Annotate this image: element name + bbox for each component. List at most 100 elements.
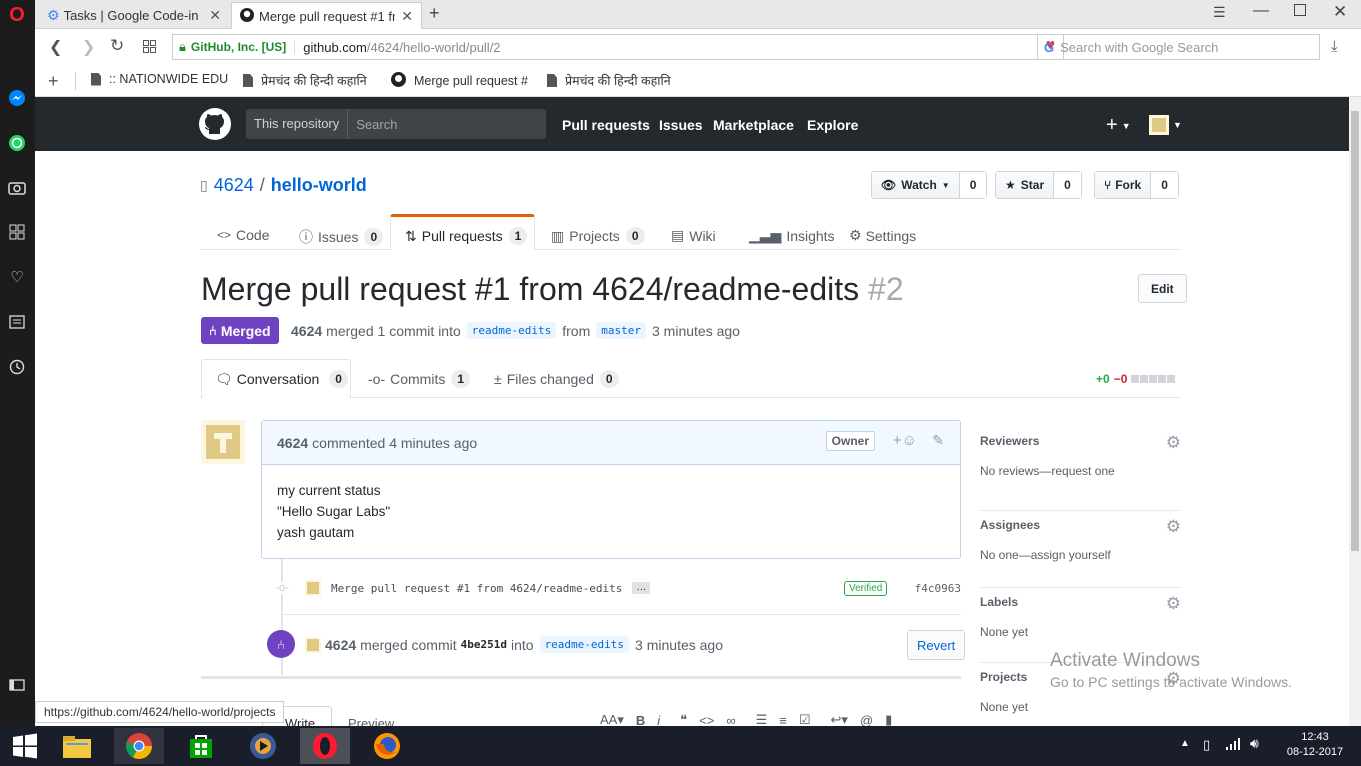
nav-explore[interactable]: Explore	[807, 117, 858, 133]
gear-icon[interactable]: ⚙	[1166, 517, 1181, 537]
tab-menu-icon[interactable]: ☰	[1213, 4, 1226, 21]
tabs-grid-icon[interactable]	[143, 40, 156, 56]
bookmark-item[interactable]: प्रेमचंद की हिन्दी कहानि	[243, 72, 367, 89]
nav-issues[interactable]: Issues	[659, 117, 703, 133]
close-tab-icon[interactable]: ✕	[401, 8, 413, 25]
expand-ellipsis-button[interactable]: …	[632, 582, 651, 594]
repo-owner-link[interactable]: 4624	[214, 175, 254, 196]
event-author[interactable]: 4624	[325, 637, 356, 653]
add-bookmark-button[interactable]: +	[48, 71, 59, 92]
owner-badge: Owner	[825, 431, 875, 451]
tab-merge-pull-request[interactable]: Merge pull request #1 from ✕	[231, 2, 422, 29]
news-icon[interactable]	[6, 311, 28, 333]
base-branch[interactable]: readme-edits	[466, 322, 557, 339]
watch-button[interactable]: 👁︎ Watch ▼ 0	[871, 171, 988, 199]
close-tab-icon[interactable]: ✕	[209, 7, 221, 24]
download-icon[interactable]: ⤓	[1331, 38, 1338, 55]
bookmark-item[interactable]: Merge pull request #	[391, 72, 528, 90]
edit-button[interactable]: Edit	[1138, 274, 1187, 303]
verified-badge[interactable]: Verified	[844, 580, 888, 596]
tab-conversation-label[interactable]: 🗨︎ Conversation 0	[215, 370, 348, 388]
merge-event: 4624 merged commit 4be251d into readme-e…	[305, 636, 723, 653]
commit-message[interactable]: Merge pull request #1 from 4624/readme-e…	[331, 582, 622, 595]
merge-branch[interactable]: readme-edits	[539, 636, 630, 653]
head-branch[interactable]: master	[596, 322, 646, 339]
network-icon[interactable]	[1225, 737, 1241, 754]
tab-commits[interactable]: -o- Commits 1	[368, 370, 471, 388]
tab-pull-requests-label[interactable]: ⇅ Pull requests 1	[405, 227, 528, 245]
github-icon	[391, 72, 406, 90]
maximize-icon[interactable]	[1294, 4, 1306, 16]
firefox-icon[interactable]	[362, 728, 412, 764]
book-icon: ▤	[671, 227, 685, 243]
tab-insights[interactable]: ▁▃▅ Insights	[749, 227, 835, 244]
tab-code[interactable]: <> Code	[217, 227, 269, 243]
forward-icon[interactable]: ❯	[82, 37, 95, 57]
watch-count[interactable]: 0	[959, 172, 987, 198]
nav-marketplace[interactable]: Marketplace	[713, 117, 794, 133]
messenger-icon[interactable]	[6, 87, 28, 109]
back-icon[interactable]: ❮	[49, 37, 62, 57]
github-logo-icon[interactable]	[199, 108, 231, 143]
tab-wiki[interactable]: ▤ Wiki	[671, 227, 716, 244]
opera-logo-icon[interactable]: O	[6, 4, 28, 26]
comment-avatar[interactable]	[201, 420, 245, 464]
opera-taskbar-icon[interactable]	[300, 728, 350, 764]
header-search[interactable]: This repository Search	[246, 109, 546, 139]
battery-icon[interactable]: ▯	[1203, 737, 1210, 753]
url-field[interactable]: 🔒︎ GitHub, Inc. [US] github.com /4624/he…	[172, 34, 1064, 60]
pencil-icon[interactable]: ✎	[932, 432, 944, 449]
reload-icon[interactable]: ↻	[110, 36, 124, 56]
fork-button[interactable]: ⑂ Fork 0	[1094, 171, 1179, 199]
add-reaction-icon[interactable]: +☺	[893, 432, 917, 449]
scrollbar-thumb[interactable]	[1351, 111, 1359, 551]
bookmark-item[interactable]: :: NATIONWIDE EDU	[91, 72, 228, 86]
minimize-icon[interactable]: —	[1253, 2, 1269, 20]
document-icon	[91, 72, 101, 86]
repo-name-link[interactable]: hello-world	[271, 175, 367, 196]
caret-down-icon: ▼	[1173, 120, 1182, 130]
create-new-button[interactable]: + ▼	[1106, 114, 1131, 137]
tab-google-code-in[interactable]: ⚙ Tasks | Google Code-in ✕	[39, 2, 229, 29]
star-button[interactable]: ★ Star 0	[995, 171, 1082, 199]
commit-sha[interactable]: f4c0963	[915, 582, 961, 595]
project-icon: ▥	[551, 227, 565, 244]
volume-icon[interactable]: 🔊︎	[1250, 735, 1259, 752]
tab-settings[interactable]: ⚙ Settings	[849, 227, 916, 244]
gear-icon[interactable]: ⚙	[1166, 433, 1181, 453]
whatsapp-icon[interactable]	[6, 132, 28, 154]
scrollbar[interactable]	[1349, 97, 1361, 726]
revert-button[interactable]: Revert	[907, 630, 966, 660]
start-button[interactable]	[0, 728, 50, 764]
reviewers-section[interactable]: Reviewers No reviews—request one ⚙	[980, 433, 1181, 511]
media-player-icon[interactable]	[238, 728, 288, 764]
star-count[interactable]: 0	[1054, 172, 1081, 198]
assignees-section[interactable]: Assignees No one—assign yourself ⚙	[980, 511, 1181, 588]
chrome-icon[interactable]	[114, 728, 164, 764]
clock[interactable]: 12:43 08-12-2017	[1285, 731, 1345, 758]
tab-files-changed[interactable]: ± Files changed 0	[494, 370, 619, 388]
fork-icon: ⑂	[1104, 178, 1112, 192]
merge-sha[interactable]: 4be251d	[461, 638, 507, 651]
heart-icon[interactable]: ♡	[6, 266, 28, 288]
speed-dial-icon[interactable]	[6, 221, 28, 243]
user-avatar-button[interactable]: ▼	[1149, 115, 1182, 135]
bookmark-item[interactable]: प्रेमचंद की हिन्दी कहानि	[547, 72, 671, 89]
google-search-input[interactable]: G Search with Google Search	[1037, 34, 1320, 60]
tray-chevron-icon[interactable]: ▲	[1180, 738, 1190, 749]
author-link[interactable]: 4624	[291, 323, 322, 339]
camera-icon[interactable]	[6, 176, 28, 198]
nav-pull-requests[interactable]: Pull requests	[562, 117, 650, 133]
new-tab-button[interactable]: +	[429, 3, 440, 24]
comment-author[interactable]: 4624	[277, 435, 308, 451]
sidebar-toggle-icon[interactable]	[6, 674, 28, 696]
file-explorer-icon[interactable]	[52, 728, 102, 764]
close-window-icon[interactable]: ✕	[1333, 2, 1347, 22]
gear-icon[interactable]: ⚙	[1166, 594, 1181, 614]
commit-node-icon: -o-	[275, 582, 289, 594]
tab-projects[interactable]: ▥ Projects 0	[551, 227, 645, 245]
tab-issues[interactable]: ⓘ Issues 0	[299, 227, 384, 247]
fork-count[interactable]: 0	[1151, 172, 1178, 198]
history-icon[interactable]	[6, 356, 28, 378]
store-icon[interactable]	[176, 728, 226, 764]
